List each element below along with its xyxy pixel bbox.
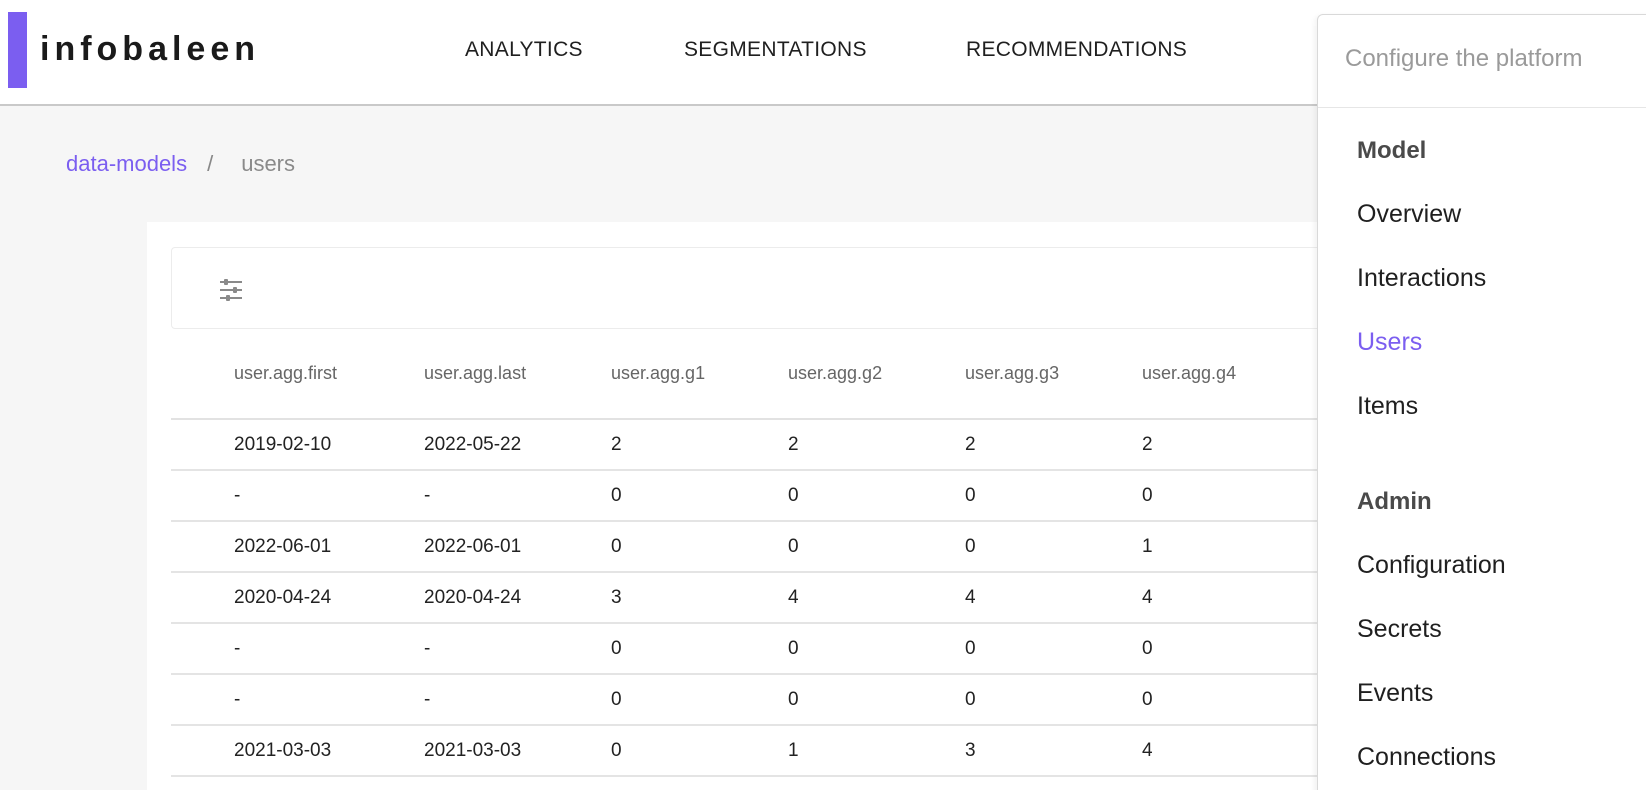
table-cell: 2021-03-03 bbox=[424, 725, 611, 777]
menu-item-overview[interactable]: Overview bbox=[1357, 200, 1461, 229]
table-cell: 3 bbox=[965, 725, 1142, 777]
table-header-row: user.agg.first user.agg.last user.agg.g1… bbox=[171, 329, 1371, 420]
table-cell: 1 bbox=[788, 725, 965, 777]
column-header[interactable]: user.agg.first bbox=[171, 329, 424, 420]
breadcrumb-separator: / bbox=[207, 151, 214, 176]
table-cell: 0 bbox=[788, 470, 965, 522]
table-toolbar bbox=[171, 247, 1371, 329]
table-cell: 2 bbox=[788, 419, 965, 471]
panel-title: Configure the platform bbox=[1318, 15, 1646, 108]
table-cell: 0 bbox=[965, 470, 1142, 522]
nav-recommendations[interactable]: RECOMMENDATIONS bbox=[966, 38, 1187, 62]
table-cell: 0 bbox=[965, 521, 1142, 573]
breadcrumb: data-models / users bbox=[66, 151, 295, 177]
column-header[interactable]: user.agg.last bbox=[424, 329, 611, 420]
panel-section-model: Model bbox=[1357, 137, 1427, 164]
column-header[interactable]: user.agg.g2 bbox=[788, 329, 965, 420]
app-root: infobaleen ANALYTICS SEGMENTATIONS RECOM… bbox=[0, 0, 1646, 790]
table-cell: - bbox=[424, 623, 611, 675]
table-cell: 4 bbox=[965, 572, 1142, 624]
table-cell: 4 bbox=[788, 572, 965, 624]
table-cell: 2022-05-22 bbox=[424, 419, 611, 471]
table-row[interactable]: 2019-02-10 2022-05-22 2 2 2 2 bbox=[171, 419, 1371, 471]
table-cell: 0 bbox=[788, 674, 965, 726]
menu-item-configuration[interactable]: Configuration bbox=[1357, 551, 1506, 580]
table-cell: 2022-06-01 bbox=[424, 521, 611, 573]
data-table-card: user.agg.first user.agg.last user.agg.g1… bbox=[147, 222, 1371, 790]
table-cell: 0 bbox=[965, 623, 1142, 675]
table-cell: - bbox=[171, 674, 424, 726]
table-cell: 0 bbox=[611, 674, 788, 726]
nav-analytics[interactable]: ANALYTICS bbox=[465, 38, 583, 62]
configure-platform-panel: Configure the platform Model Overview In… bbox=[1317, 14, 1646, 790]
table-cell: 2020-04-24 bbox=[424, 572, 611, 624]
table-cell: - bbox=[424, 470, 611, 522]
table-cell: 2019-02-10 bbox=[171, 419, 424, 471]
menu-item-interactions[interactable]: Interactions bbox=[1357, 264, 1486, 293]
column-header[interactable]: user.agg.g1 bbox=[611, 329, 788, 420]
table-cell: 2022-06-01 bbox=[171, 521, 424, 573]
table-cell: 0 bbox=[965, 674, 1142, 726]
table-row[interactable]: - - 0 0 0 0 bbox=[171, 623, 1371, 675]
column-header[interactable]: user.agg.g3 bbox=[965, 329, 1142, 420]
table-row[interactable]: 2020-04-24 2020-04-24 3 4 4 4 bbox=[171, 572, 1371, 624]
table-row[interactable]: 2021-03-03 2021-03-03 0 1 3 4 bbox=[171, 725, 1371, 777]
menu-item-items[interactable]: Items bbox=[1357, 392, 1418, 421]
panel-section-admin: Admin bbox=[1357, 488, 1432, 515]
table-cell: - bbox=[424, 674, 611, 726]
logo-mark bbox=[8, 12, 27, 88]
table-cell: 2021-03-03 bbox=[171, 725, 424, 777]
nav-segmentations[interactable]: SEGMENTATIONS bbox=[684, 38, 867, 62]
table-cell: 0 bbox=[788, 623, 965, 675]
table-row[interactable]: 2022-06-01 2022-06-01 0 0 0 1 bbox=[171, 521, 1371, 573]
table-cell: 0 bbox=[788, 521, 965, 573]
table-cell: 2020-04-24 bbox=[171, 572, 424, 624]
table-cell: 3 bbox=[611, 572, 788, 624]
table-cell: 2 bbox=[611, 419, 788, 471]
table-cell: 0 bbox=[611, 623, 788, 675]
table-cell: 0 bbox=[611, 470, 788, 522]
table-cell: 2 bbox=[965, 419, 1142, 471]
table-row[interactable]: - - 0 0 0 0 bbox=[171, 674, 1371, 726]
table-cell: - bbox=[171, 623, 424, 675]
menu-item-secrets[interactable]: Secrets bbox=[1357, 615, 1442, 644]
sliders-icon[interactable] bbox=[218, 278, 244, 302]
breadcrumb-current: users bbox=[241, 151, 295, 176]
menu-item-events[interactable]: Events bbox=[1357, 679, 1433, 708]
table-cell: 0 bbox=[611, 725, 788, 777]
table-row[interactable]: - - 0 0 0 0 bbox=[171, 470, 1371, 522]
table-cell: 0 bbox=[611, 521, 788, 573]
users-table: user.agg.first user.agg.last user.agg.g1… bbox=[171, 329, 1371, 777]
menu-item-users[interactable]: Users bbox=[1357, 328, 1422, 357]
table-cell: - bbox=[171, 470, 424, 522]
menu-item-connections[interactable]: Connections bbox=[1357, 743, 1496, 772]
breadcrumb-data-models[interactable]: data-models bbox=[66, 151, 187, 176]
logo[interactable]: infobaleen bbox=[40, 30, 260, 69]
